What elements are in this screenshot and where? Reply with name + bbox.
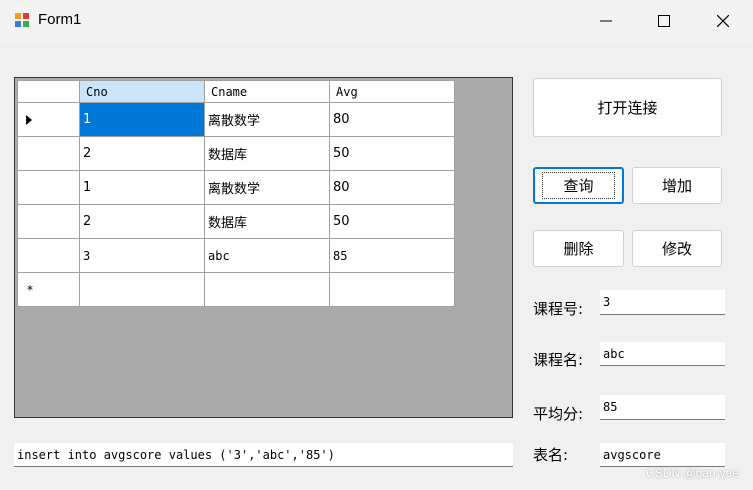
row-header[interactable] <box>17 204 80 239</box>
window-title: Form1 <box>38 11 82 28</box>
avg-score-label: 平均分: <box>533 405 584 423</box>
add-label: 增加 <box>661 177 692 195</box>
grid-corner-header[interactable] <box>17 80 80 103</box>
sql-textbox[interactable] <box>14 443 513 467</box>
open-connection-label: 打开连接 <box>597 99 658 117</box>
grid-cell[interactable]: abc <box>204 238 330 273</box>
minimize-button[interactable] <box>577 0 635 42</box>
course-no-label: 课程号: <box>533 300 584 318</box>
grid-cell[interactable]: 数据库 <box>204 204 330 239</box>
grid-cell[interactable]: 2 <box>79 136 205 171</box>
row-header[interactable] <box>17 238 80 273</box>
open-connection-button[interactable]: 打开连接 <box>533 78 722 137</box>
course-no-field[interactable] <box>600 290 725 315</box>
watermark: CSDN @ban-yue <box>646 466 739 480</box>
table-name-field[interactable] <box>600 443 725 467</box>
row-header[interactable] <box>17 102 80 137</box>
table-name-label: 表名: <box>533 446 569 464</box>
minimize-icon <box>600 20 612 22</box>
grid-cell[interactable]: 50 <box>329 136 455 171</box>
course-name-field[interactable] <box>600 342 725 366</box>
new-row-marker: * <box>27 283 33 297</box>
grid-cell[interactable]: 1 <box>79 102 205 137</box>
table-row[interactable]: 1 离散数学 80 <box>17 170 455 205</box>
app-icon <box>15 13 29 27</box>
title-bar[interactable]: Form1 <box>0 0 753 42</box>
grid-cell[interactable]: 离散数学 <box>204 170 330 205</box>
column-header-avg[interactable]: Avg <box>329 80 455 103</box>
course-name-label: 课程名: <box>533 351 584 369</box>
grid-cell[interactable]: 1 <box>79 170 205 205</box>
row-header[interactable]: * <box>17 272 80 307</box>
modify-label: 修改 <box>661 240 692 258</box>
grid-cell[interactable] <box>79 272 205 307</box>
query-label: 查询 <box>542 172 615 199</box>
grid-cell[interactable]: 80 <box>329 170 455 205</box>
grid-cell[interactable] <box>204 272 330 307</box>
row-header[interactable] <box>17 136 80 171</box>
column-header-cno[interactable]: Cno <box>79 80 205 103</box>
avg-score-field[interactable] <box>600 395 725 420</box>
table-row[interactable]: 2 数据库 50 <box>17 204 455 239</box>
grid-cell[interactable] <box>329 272 455 307</box>
maximize-icon <box>658 15 670 27</box>
grid-cell[interactable]: 数据库 <box>204 136 330 171</box>
query-button[interactable]: 查询 <box>533 167 624 204</box>
table-row[interactable]: 2 数据库 50 <box>17 136 455 171</box>
grid-cell[interactable]: 50 <box>329 204 455 239</box>
grid-table: Cno Cname Avg 1 离散数学 80 2 数据库 50 1 离散数学 … <box>17 80 455 307</box>
data-grid[interactable]: Cno Cname Avg 1 离散数学 80 2 数据库 50 1 离散数学 … <box>14 77 513 418</box>
table-row[interactable]: 1 离散数学 80 <box>17 102 455 137</box>
modify-button[interactable]: 修改 <box>632 230 722 267</box>
grid-cell[interactable]: 3 <box>79 238 205 273</box>
row-header[interactable] <box>17 170 80 205</box>
delete-label: 删除 <box>563 240 594 258</box>
grid-cell[interactable]: 2 <box>79 204 205 239</box>
grid-cell[interactable]: 离散数学 <box>204 102 330 137</box>
grid-cell[interactable]: 85 <box>329 238 455 273</box>
maximize-button[interactable] <box>635 0 693 42</box>
grid-header-row: Cno Cname Avg <box>17 80 455 103</box>
column-header-cname[interactable]: Cname <box>204 80 330 103</box>
close-button[interactable] <box>694 0 752 42</box>
grid-cell[interactable]: 80 <box>329 102 455 137</box>
close-icon <box>717 15 729 27</box>
delete-button[interactable]: 删除 <box>533 230 624 267</box>
add-button[interactable]: 增加 <box>632 167 722 204</box>
current-row-arrow-icon <box>26 115 32 125</box>
table-row[interactable]: 3 abc 85 <box>17 238 455 273</box>
new-row[interactable]: * <box>17 272 455 307</box>
